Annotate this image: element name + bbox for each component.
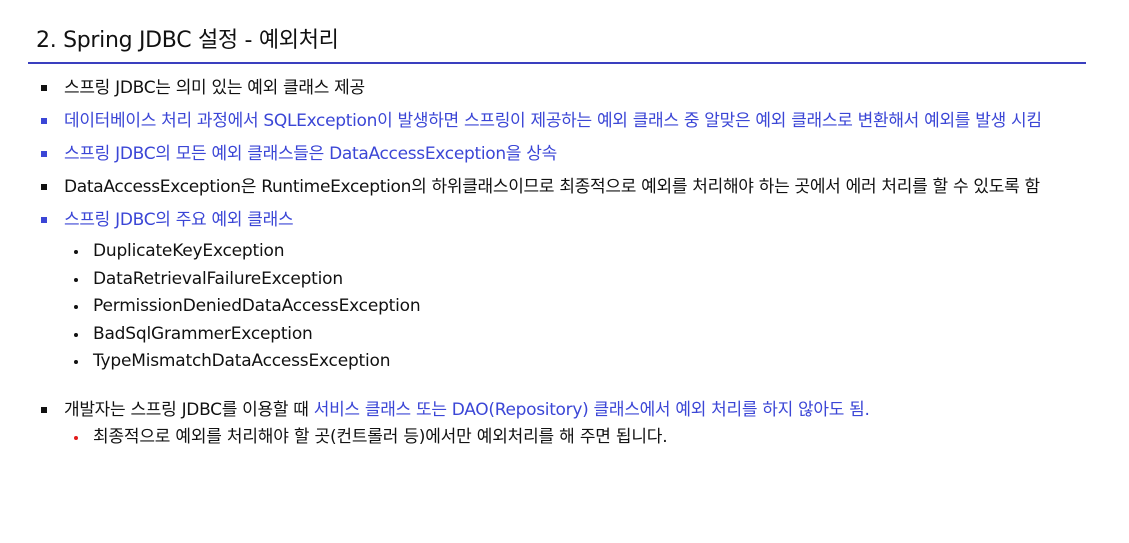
bullet-text: 스프링 JDBC의 모든 예외 클래스들은 DataAccessExceptio… (64, 144, 557, 164)
bullet-text: 스프링이 제공하는 예외 클래스 중 알맞은 예외 클래스로 변환해서 예외를 … (458, 111, 1042, 131)
exception-class-list: DuplicateKeyException DataRetrievalFailu… (64, 238, 1108, 376)
exception-class-item: TypeMismatchDataAccessException (64, 348, 1108, 376)
title-divider (28, 62, 1086, 64)
bullet-text: 개발자는 스프링 JDBC를 이용할 때 (64, 399, 314, 420)
exception-class-item: DataRetrievalFailureException (64, 266, 1108, 294)
slide: 2. Spring JDBC 설정 - 예외처리 스프링 JDBC는 의미 있는… (0, 0, 1129, 543)
bullet-list: 스프링 JDBC는 의미 있는 예외 클래스 제공 데이터베이스 처리 과정에서… (38, 78, 1108, 465)
bullet-text: 스프링 JDBC는 의미 있는 예외 클래스 제공 (64, 78, 365, 98)
bullet-text: 스프링 JDBC의 주요 예외 클래스 (64, 210, 294, 230)
bullet-main-exception-classes: 스프링 JDBC의 주요 예외 클래스 DuplicateKeyExceptio… (38, 210, 1108, 376)
bullet-runtimeexception: DataAccessException은 RuntimeException의 하… (38, 177, 1108, 197)
bullet-highlight-text: 서비스 클래스 또는 DAO(Repository) 클래스에서 예외 처리를 … (313, 399, 870, 420)
slide-title: 2. Spring JDBC 설정 - 예외처리 (36, 28, 339, 53)
bullet-sqlexception-conversion: 데이터베이스 처리 과정에서 SQLException이 발생하면 스프링이 제… (38, 111, 1108, 131)
bullet-dataaccessexception-inheritance: 스프링 JDBC의 모든 예외 클래스들은 DataAccessExceptio… (38, 144, 1108, 164)
bullet-exception-classes: 스프링 JDBC는 의미 있는 예외 클래스 제공 (38, 78, 1108, 98)
bullet-highlight-text: 데이터베이스 처리 과정에서 SQLException이 발생하면 (64, 111, 459, 131)
exception-class-item: BadSqlGrammerException (64, 321, 1108, 349)
spacer (38, 376, 1108, 400)
exception-class-item: DuplicateKeyException (64, 238, 1108, 266)
exception-class-item: PermissionDeniedDataAccessException (64, 293, 1108, 321)
bullet-text: DataAccessException은 RuntimeException의 하… (64, 177, 1040, 197)
developer-note-subitem: 최종적으로 예외를 처리해야 할 곳(컨트롤러 등)에서만 예외처리를 해 주면… (64, 424, 1108, 452)
bullet-developer-note: 개발자는 스프링 JDBC를 이용할 때 서비스 클래스 또는 DAO(Repo… (38, 400, 1108, 452)
developer-note-sublist: 최종적으로 예외를 처리해야 할 곳(컨트롤러 등)에서만 예외처리를 해 주면… (64, 424, 1108, 452)
